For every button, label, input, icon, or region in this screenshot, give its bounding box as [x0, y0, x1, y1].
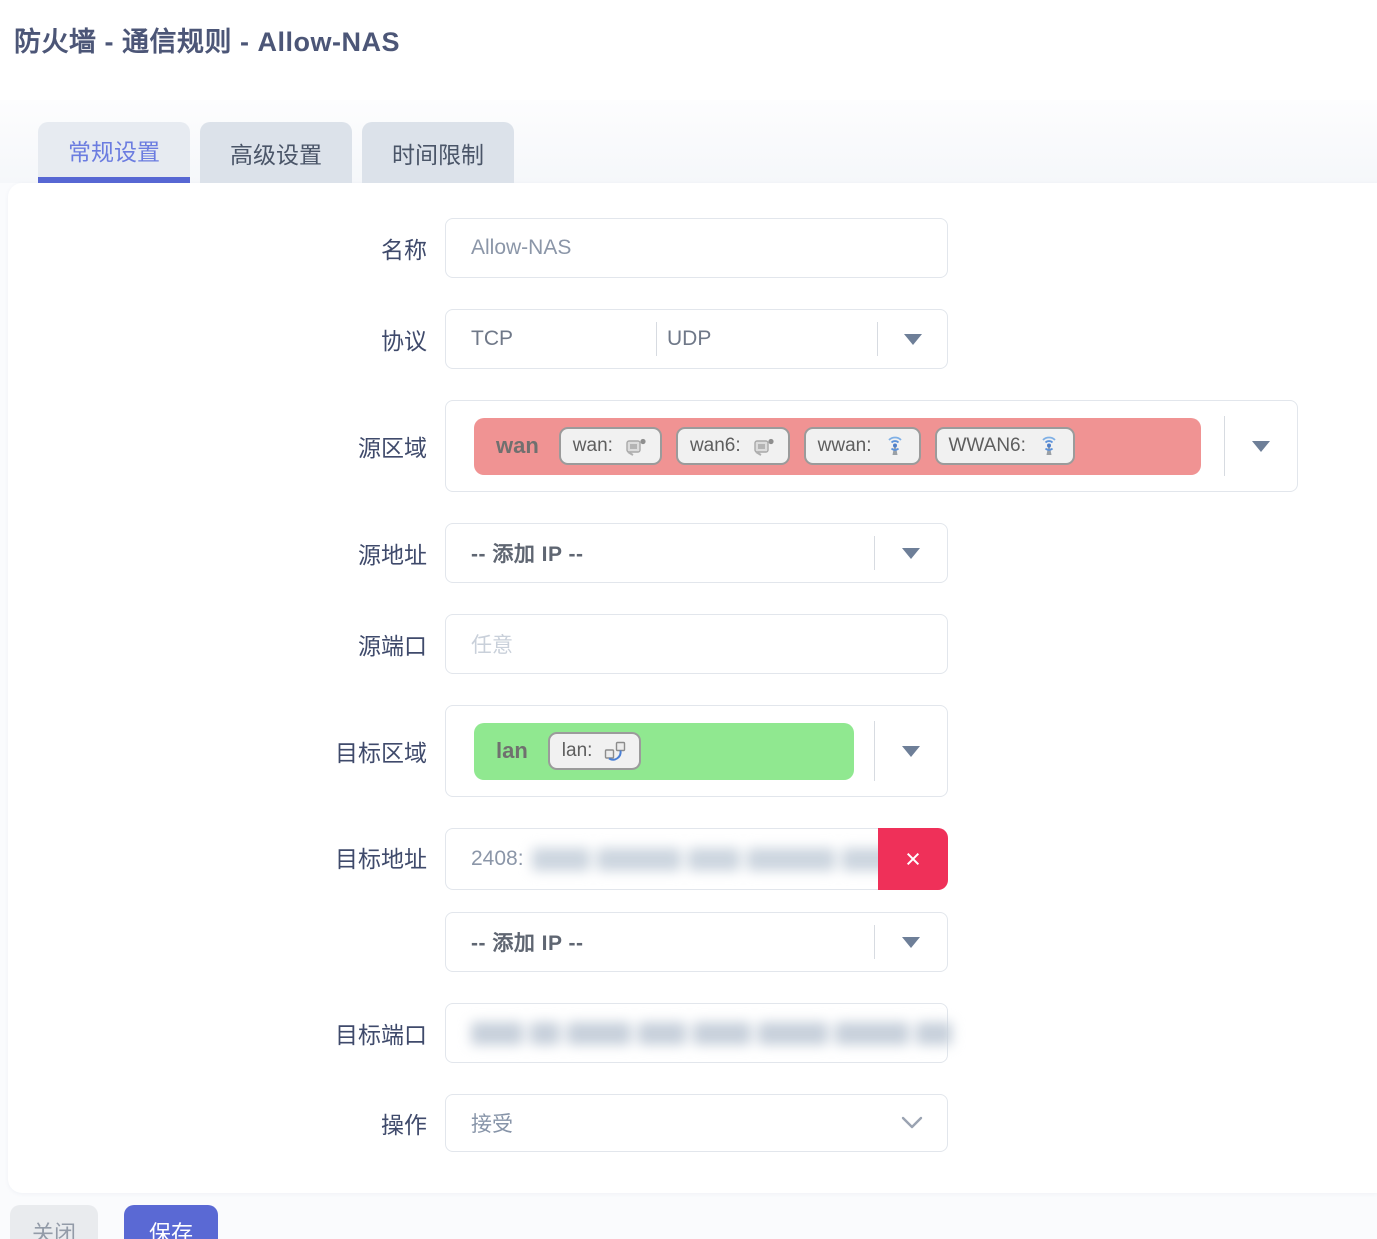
chevron-down-icon: [902, 937, 920, 948]
ethernet-icon: [624, 434, 648, 458]
tab-bar: 常规设置 高级设置 时间限制: [38, 122, 514, 183]
dest-address-dropdown-toggle[interactable]: [875, 913, 947, 971]
dest-address-dropdown[interactable]: -- 添加 IP --: [445, 912, 948, 972]
dest-address-value[interactable]: 2408:: [445, 828, 878, 890]
name-row: 名称 Allow-NAS: [8, 218, 1377, 278]
save-button[interactable]: 保存: [124, 1205, 218, 1239]
protocol-item-label: UDP: [667, 327, 711, 351]
add-ip-placeholder: -- 添加 IP --: [446, 538, 874, 568]
action-value: 接受: [446, 1108, 513, 1138]
zone-dropdown-end: [1224, 401, 1297, 491]
source-address-dropdown[interactable]: -- 添加 IP --: [445, 523, 948, 583]
zone-dropdown-end: [874, 706, 947, 796]
interface-name: wwan:: [818, 435, 872, 457]
tab-label: 高级设置: [230, 136, 322, 170]
interface-name: wan:: [573, 435, 613, 457]
wifi-icon: [1037, 434, 1061, 458]
tab-band: 常规设置 高级设置 时间限制: [0, 100, 1377, 183]
dest-port-input[interactable]: [445, 1003, 948, 1063]
source-address-dropdown-toggle[interactable]: [875, 524, 947, 582]
source-port-placeholder: 任意: [446, 629, 513, 659]
protocol-dropdown-toggle[interactable]: [878, 310, 947, 368]
protocol-label: 协议: [8, 322, 445, 356]
source-zone-dropdown[interactable]: wan wan: wan6:: [445, 400, 1298, 492]
ethernet-icon: [752, 434, 776, 458]
rule-form-card: 名称 Allow-NAS 协议 TCP UDP 源区域 wan: [8, 183, 1377, 1193]
zone-name: wan: [496, 433, 539, 459]
interface-name: WWAN6:: [949, 435, 1026, 457]
protocol-item-label: TCP: [471, 327, 513, 351]
protocol-row: 协议 TCP UDP: [8, 309, 1377, 369]
dest-zone-dropdown[interactable]: lan lan:: [445, 705, 948, 797]
dest-address-row: 目标地址 2408: × -- 添加 IP --: [8, 828, 1377, 972]
protocol-item-udp[interactable]: UDP: [657, 310, 877, 368]
remove-ip-button[interactable]: ×: [878, 828, 948, 890]
chevron-down-icon: [902, 746, 920, 757]
interface-chip-wwan: wwan:: [804, 427, 921, 465]
name-value: Allow-NAS: [446, 236, 571, 260]
source-address-row: 源地址 -- 添加 IP --: [8, 523, 1377, 583]
dest-zone-dropdown-toggle[interactable]: [875, 706, 947, 796]
chevron-down-icon: [1252, 441, 1270, 452]
interface-name: lan:: [562, 740, 593, 762]
close-icon: ×: [905, 844, 921, 875]
source-zone-label: 源区域: [8, 429, 445, 463]
redacted-value: [471, 1022, 952, 1045]
wifi-icon: [883, 434, 907, 458]
dest-zone-row: 目标区域 lan lan:: [8, 705, 1377, 797]
chevron-down-icon: [902, 548, 920, 559]
dest-address-prefix: 2408:: [446, 847, 524, 871]
dest-address-entry: 2408: ×: [445, 828, 948, 890]
interface-chip-wan: wan:: [559, 427, 662, 465]
redacted-value: [532, 848, 878, 871]
tab-label: 常规设置: [68, 133, 160, 167]
tab-advanced-settings[interactable]: 高级设置: [200, 122, 352, 183]
zone-badge-wan[interactable]: wan wan: wan6:: [474, 418, 1201, 475]
interface-chip-wan6: wan6:: [676, 427, 790, 465]
source-port-row: 源端口 任意: [8, 614, 1377, 674]
name-label: 名称: [8, 231, 445, 265]
protocol-dropdown[interactable]: TCP UDP: [445, 309, 948, 369]
source-zone-dropdown-toggle[interactable]: [1225, 401, 1297, 491]
zone-name: lan: [496, 738, 528, 764]
interface-name: wan6:: [690, 435, 741, 457]
action-select[interactable]: 接受: [445, 1094, 948, 1152]
bridge-icon: [603, 739, 627, 763]
page-header: 防火墙 - 通信规则 - Allow-NAS: [0, 0, 1377, 100]
action-label: 操作: [8, 1106, 445, 1140]
source-port-label: 源端口: [8, 627, 445, 661]
name-input[interactable]: Allow-NAS: [445, 218, 948, 278]
source-zone-row: 源区域 wan wan: wan6:: [8, 400, 1377, 492]
chevron-down-icon: [901, 1111, 923, 1135]
source-address-label: 源地址: [8, 536, 445, 570]
dest-address-label: 目标地址: [8, 828, 445, 890]
chevron-down-icon: [904, 334, 922, 345]
zone-badge-lan[interactable]: lan lan:: [474, 723, 854, 780]
dest-port-label: 目标端口: [8, 1016, 445, 1050]
dest-zone-label: 目标区域: [8, 734, 445, 768]
protocol-item-tcp[interactable]: TCP: [446, 310, 656, 368]
tab-time-restrictions[interactable]: 时间限制: [362, 122, 514, 183]
page-title: 防火墙 - 通信规则 - Allow-NAS: [14, 20, 1377, 59]
interface-chip-lan: lan:: [548, 732, 642, 770]
footer-actions: 关闭 保存: [10, 1205, 1377, 1239]
dest-address-group: 2408: × -- 添加 IP --: [445, 828, 948, 972]
dest-port-row: 目标端口: [8, 1003, 1377, 1063]
source-port-input[interactable]: 任意: [445, 614, 948, 674]
close-button[interactable]: 关闭: [10, 1205, 98, 1239]
action-row: 操作 接受: [8, 1094, 1377, 1152]
add-ip-placeholder: -- 添加 IP --: [446, 927, 874, 957]
interface-chip-wwan6: WWAN6:: [935, 427, 1075, 465]
tab-general-settings[interactable]: 常规设置: [38, 122, 190, 183]
tab-label: 时间限制: [392, 136, 484, 170]
